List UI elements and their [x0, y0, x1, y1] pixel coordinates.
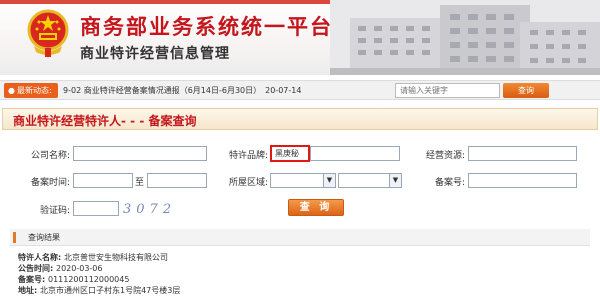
news-item-link[interactable]: 9-02 商业特许经营备案情况通报（6月14日-6月30日） 20-07-14 [63, 85, 301, 96]
chevron-down-icon: ▼ [389, 174, 401, 187]
captcha-image[interactable]: 3072 [123, 202, 176, 217]
query-form: 公司名称: 特许品牌: 黑庚秘 经营资源: 备案时间: 至 所屋区域: ▼ ▼ … [2, 130, 598, 225]
result-field-address: 地址: 北京市通州区口子村东1号院47号楼3层 [18, 286, 181, 295]
results-header: 查询结果 [10, 229, 590, 246]
app-subtitle: 商业特许经营信息管理 [80, 46, 230, 62]
result-field-record-number: 备案号: 0111200112000045 [18, 275, 130, 284]
region-label: 所屋区域: [228, 178, 268, 188]
result-field-announce-date: 公告时间: 2020-03-06 [18, 264, 103, 273]
app-title: 商务部业务系统统一平台 [80, 14, 333, 39]
news-item-text: 9-02 商业特许经营备案情况通报（6月14日-6月30日） [63, 86, 262, 95]
bullet-icon: ● [8, 86, 15, 95]
company-name-label: 公司名称: [30, 151, 70, 161]
record-time-label: 备案时间: [30, 178, 70, 188]
news-bar: ● 最新动态: 9-02 商业特许经营备案情况通报（6月14日-6月30日） 20-… [0, 80, 600, 100]
query-panel-header: 商业特许经营特许人- - - 备案查询 [2, 108, 598, 130]
national-emblem-icon [27, 9, 69, 57]
franchise-brand-input-ext[interactable] [310, 146, 400, 161]
record-number-input[interactable] [468, 173, 577, 188]
query-button[interactable]: 查 询 [288, 199, 344, 216]
news-item-date: 20-07-14 [265, 86, 302, 95]
header-banner: 商务部业务系统统一平台 商业特许经营信息管理 [0, 0, 600, 75]
record-time-to-label: 至 [135, 178, 145, 188]
province-select[interactable]: ▼ [270, 173, 336, 188]
record-time-end-input[interactable] [147, 173, 207, 188]
business-resource-label: 经营资源: [425, 151, 465, 161]
section-marker [13, 232, 16, 243]
record-number-label: 备案号: [434, 178, 465, 188]
record-time-start-input[interactable] [73, 173, 133, 188]
business-resource-input[interactable] [468, 146, 577, 161]
franchise-brand-label: 特许品牌: [228, 151, 268, 161]
city-select[interactable]: ▼ [338, 173, 402, 188]
building-illustration [330, 0, 600, 75]
search-button[interactable]: 查询 [503, 83, 549, 98]
latest-news-label: 最新动态: [16, 86, 52, 95]
results-heading: 查询结果 [28, 233, 60, 242]
result-field-franchisor: 特许人名称: 北京普世安生物科技有限公司 [18, 253, 168, 262]
latest-news-badge: ● 最新动态: [4, 83, 58, 98]
result-record: 特许人名称: 北京普世安生物科技有限公司 公告时间: 2020-03-06 备案… [18, 252, 578, 296]
captcha-input[interactable] [73, 201, 119, 216]
franchise-brand-input[interactable]: 黑庚秘 [270, 145, 310, 162]
chevron-down-icon: ▼ [323, 174, 335, 187]
keyword-search-input[interactable] [395, 83, 500, 98]
captcha-label: 验证码: [39, 206, 70, 216]
company-name-input[interactable] [73, 146, 207, 161]
panel-title: 商业特许经营特许人- - - 备案查询 [13, 114, 197, 128]
